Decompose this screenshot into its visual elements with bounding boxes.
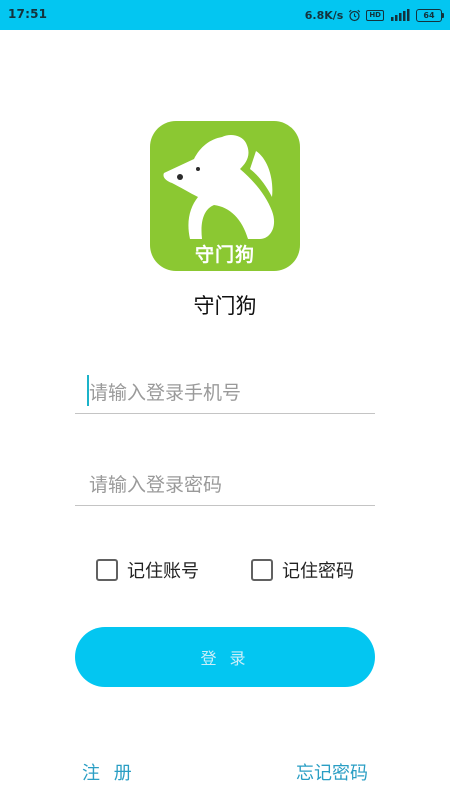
app-title: 守门狗 — [193, 294, 257, 318]
remember-account-checkbox[interactable]: 记住账号 — [96, 557, 199, 583]
forgot-password-link[interactable]: 忘记密码 — [296, 759, 368, 785]
status-time: 17:51 — [8, 7, 48, 21]
login-button[interactable]: 登 录 — [75, 627, 375, 687]
network-speed: 6.8K/s — [304, 8, 344, 22]
remember-password-label: 记住密码 — [282, 561, 354, 582]
register-link[interactable]: 注 册 — [82, 759, 136, 785]
text-cursor — [87, 375, 89, 406]
password-field-container — [75, 465, 375, 506]
signal-strength-icon — [389, 9, 411, 21]
logo-text: 守门狗 — [194, 244, 255, 266]
password-input[interactable] — [75, 465, 375, 505]
battery-icon: 64 — [416, 8, 444, 22]
checkbox-unchecked-icon[interactable] — [96, 559, 118, 581]
remember-password-checkbox[interactable]: 记住密码 — [251, 557, 354, 583]
status-icons: 6.8K/s HD 64 — [304, 6, 444, 24]
app-logo: 守门狗 — [150, 121, 300, 271]
phone-input[interactable] — [75, 373, 375, 413]
status-bar: 17:51 6.8K/s HD 64 — [0, 0, 450, 30]
alarm-clock-icon — [348, 9, 361, 22]
hd-voice-icon: HD — [366, 9, 384, 21]
remember-account-label: 记住账号 — [127, 561, 199, 582]
checkbox-unchecked-icon[interactable] — [251, 559, 273, 581]
phone-field-container — [75, 373, 375, 414]
